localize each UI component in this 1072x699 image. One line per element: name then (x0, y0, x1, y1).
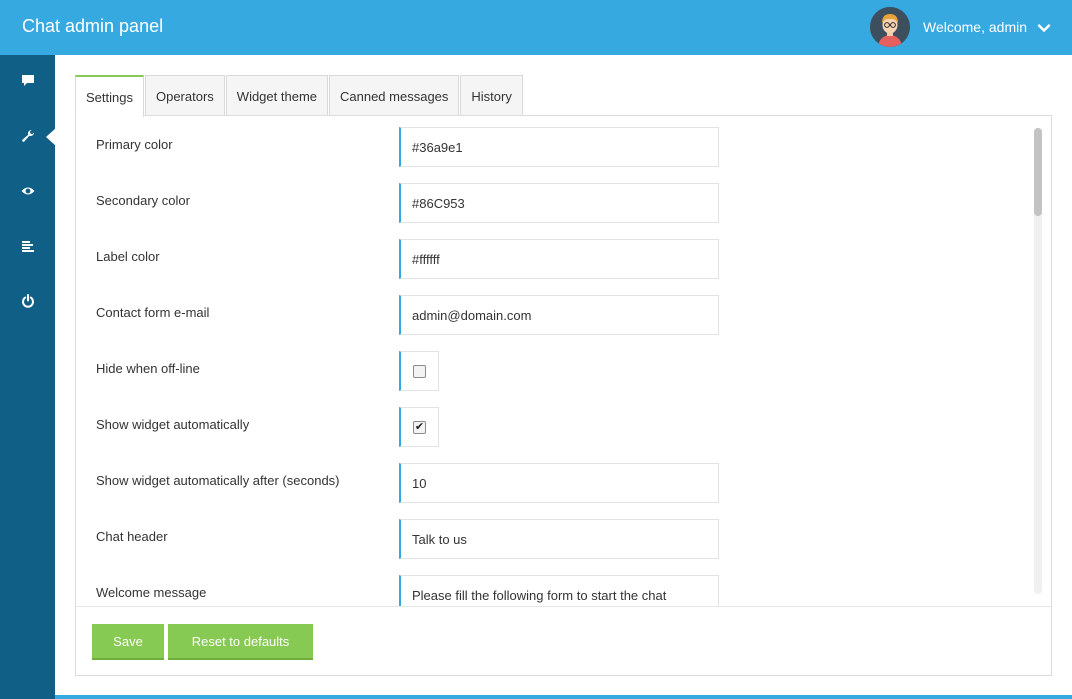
primary-color-input[interactable] (399, 127, 719, 167)
show-auto-field: ✔ (399, 407, 439, 447)
tab-settings[interactable]: Settings (75, 75, 144, 117)
power-icon (21, 294, 34, 308)
label-color-input[interactable] (399, 239, 719, 279)
primary-color-label: Primary color (96, 137, 173, 152)
settings-panel: Primary color Secondary color Label colo… (75, 115, 1052, 676)
welcome-text[interactable]: Welcome, admin (923, 19, 1027, 35)
secondary-color-row: Secondary color (76, 183, 1036, 223)
label-color-label: Label color (96, 249, 160, 264)
avatar-image (870, 7, 910, 47)
tab-widget-theme[interactable]: Widget theme (225, 75, 328, 116)
primary-color-row: Primary color (76, 127, 1036, 167)
contact-email-label: Contact form e-mail (96, 305, 210, 320)
tab-operators[interactable]: Operators (144, 75, 225, 116)
tab-canned-messages[interactable]: Canned messages (329, 75, 460, 116)
app-title: Chat admin panel (22, 16, 164, 36)
hide-offline-field (399, 351, 439, 391)
tab-bar: Settings Operators Widget theme Canned m… (75, 75, 524, 117)
show-auto-after-row: Show widget automatically after (seconds… (76, 463, 1036, 503)
contact-email-input[interactable] (399, 295, 719, 335)
avatar[interactable] (870, 7, 910, 47)
welcome-message-label: Welcome message (96, 585, 207, 600)
hide-offline-row: Hide when off-line (76, 351, 1036, 391)
sidebar-item-preview[interactable] (0, 173, 55, 209)
bottom-accent-strip (55, 695, 1072, 699)
save-button[interactable]: Save (92, 624, 164, 660)
chat-icon (21, 75, 34, 86)
chevron-down-icon[interactable] (1036, 20, 1052, 36)
sidebar-item-history[interactable] (0, 228, 55, 264)
show-auto-checkbox[interactable]: ✔ (413, 420, 426, 434)
show-auto-row: Show widget automatically ✔ (76, 407, 1036, 447)
sidebar-item-settings[interactable] (0, 118, 56, 154)
form-footer: Save Reset to defaults (76, 606, 1051, 675)
scrollbar[interactable] (1034, 128, 1042, 594)
top-bar: Chat admin panel Welcome, admin (0, 0, 1072, 55)
secondary-color-label: Secondary color (96, 193, 190, 208)
eye-icon (21, 187, 34, 195)
chat-header-input[interactable] (399, 519, 719, 559)
wrench-icon (21, 129, 34, 142)
welcome-message-input[interactable] (399, 575, 719, 606)
chat-header-row: Chat header (76, 519, 1036, 559)
settings-form: Primary color Secondary color Label colo… (76, 116, 1051, 606)
secondary-color-input[interactable] (399, 183, 719, 223)
sidebar-item-logout[interactable] (0, 283, 55, 319)
sidebar (0, 55, 56, 699)
hide-offline-checkbox[interactable] (413, 364, 426, 378)
list-icon (21, 241, 34, 252)
welcome-message-row: Welcome message (76, 575, 1036, 606)
contact-email-row: Contact form e-mail (76, 295, 1036, 335)
show-auto-after-label: Show widget automatically after (seconds… (96, 473, 340, 488)
hide-offline-label: Hide when off-line (96, 361, 200, 376)
tab-history[interactable]: History (460, 75, 523, 116)
chat-header-label: Chat header (96, 529, 168, 544)
label-color-row: Label color (76, 239, 1036, 279)
reset-defaults-button[interactable]: Reset to defaults (168, 624, 313, 660)
scrollbar-thumb[interactable] (1034, 128, 1042, 216)
sidebar-item-chat[interactable] (0, 63, 55, 99)
show-auto-label: Show widget automatically (96, 417, 250, 432)
active-indicator (46, 128, 56, 146)
show-auto-after-input[interactable] (399, 463, 719, 503)
